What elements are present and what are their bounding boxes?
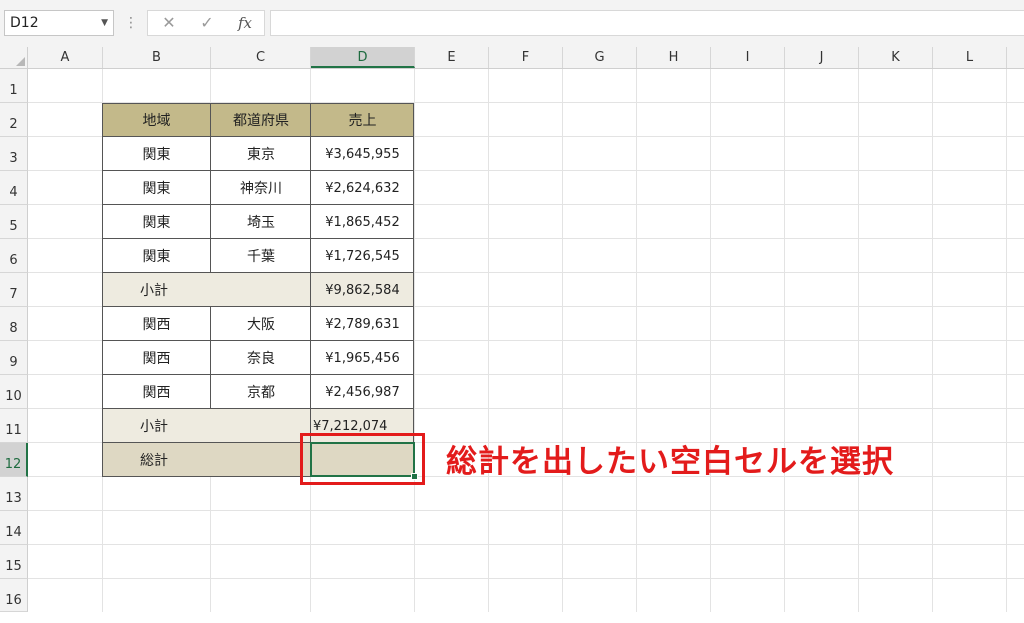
- row-header-13[interactable]: 13: [0, 477, 28, 511]
- table-divider: [102, 170, 414, 171]
- column-header-bar: A B C D E F G H I J K L: [0, 47, 1024, 69]
- column-header-g[interactable]: G: [563, 47, 637, 68]
- table-cell-region[interactable]: 関東: [102, 171, 211, 205]
- column-header-j[interactable]: J: [785, 47, 859, 68]
- gridline: [28, 544, 1024, 545]
- table-cell-prefecture[interactable]: 京都: [211, 375, 311, 409]
- formula-input[interactable]: [270, 10, 1024, 36]
- column-header-f[interactable]: F: [489, 47, 563, 68]
- row-header-8[interactable]: 8: [0, 307, 28, 341]
- name-box[interactable]: D12 ▼: [4, 10, 114, 36]
- table-cell-sales[interactable]: ¥2,789,631: [311, 307, 414, 341]
- column-header-h[interactable]: H: [637, 47, 711, 68]
- row-header-14[interactable]: 14: [0, 511, 28, 545]
- table-cell-sales[interactable]: ¥1,726,545: [311, 239, 414, 273]
- table-divider: [102, 272, 414, 273]
- total-label[interactable]: 総計: [102, 443, 311, 477]
- cancel-icon[interactable]: ✕: [154, 11, 184, 35]
- insert-function-icon[interactable]: fx: [230, 11, 260, 35]
- table-cell-prefecture[interactable]: 東京: [211, 137, 311, 171]
- subtotal-label[interactable]: 小計: [102, 273, 311, 307]
- table-divider: [102, 340, 414, 341]
- row-header-3[interactable]: 3: [0, 137, 28, 171]
- table-header-prefecture[interactable]: 都道府県: [211, 103, 311, 137]
- table-cell-region[interactable]: 関西: [102, 375, 211, 409]
- row-header-16[interactable]: 16: [0, 579, 28, 612]
- table-cell-sales[interactable]: ¥1,965,456: [311, 341, 414, 375]
- table-divider: [102, 374, 414, 375]
- row-header-11[interactable]: 11: [0, 409, 28, 443]
- column-header-d[interactable]: D: [311, 47, 415, 68]
- row-header-1[interactable]: 1: [0, 69, 28, 103]
- table-cell-prefecture[interactable]: 奈良: [211, 341, 311, 375]
- table-divider: [102, 238, 414, 239]
- table-cell-region[interactable]: 関西: [102, 307, 211, 341]
- table-divider: [210, 103, 211, 273]
- table-divider: [310, 103, 311, 477]
- more-options-icon[interactable]: ⋮: [124, 13, 138, 33]
- table-divider: [102, 306, 414, 307]
- table-divider: [102, 408, 414, 409]
- table-cell-sales[interactable]: ¥2,456,987: [311, 375, 414, 409]
- enter-icon[interactable]: ✓: [192, 11, 222, 35]
- table-divider: [210, 307, 211, 409]
- table-divider: [102, 136, 414, 137]
- column-header-k[interactable]: K: [859, 47, 933, 68]
- row-header-7[interactable]: 7: [0, 273, 28, 307]
- chevron-down-icon[interactable]: ▼: [101, 11, 108, 35]
- column-header-l[interactable]: L: [933, 47, 1007, 68]
- table-cell-region[interactable]: 関西: [102, 341, 211, 375]
- gridline: [28, 578, 1024, 579]
- row-header-2[interactable]: 2: [0, 103, 28, 137]
- table-cell-prefecture[interactable]: 千葉: [211, 239, 311, 273]
- table-cell-prefecture[interactable]: 埼玉: [211, 205, 311, 239]
- table-cell-region[interactable]: 関東: [102, 137, 211, 171]
- table-header-region[interactable]: 地域: [102, 103, 211, 137]
- subtotal-label[interactable]: 小計: [102, 409, 311, 443]
- table-cell-prefecture[interactable]: 大阪: [211, 307, 311, 341]
- table-cell-sales[interactable]: ¥1,865,452: [311, 205, 414, 239]
- row-header-5[interactable]: 5: [0, 205, 28, 239]
- column-header-b[interactable]: B: [103, 47, 211, 68]
- formula-bar: D12 ▼ ⋮ ✕ ✓ fx: [0, 0, 1024, 47]
- column-header-e[interactable]: E: [415, 47, 489, 68]
- annotation-text: 総計を出したい空白セルを選択: [446, 444, 894, 480]
- table-cell-sales[interactable]: ¥2,624,632: [311, 171, 414, 205]
- table-cell-region[interactable]: 関東: [102, 239, 211, 273]
- column-header-c[interactable]: C: [211, 47, 311, 68]
- column-header-i[interactable]: I: [711, 47, 785, 68]
- row-header-4[interactable]: 4: [0, 171, 28, 205]
- select-all-triangle-icon: [16, 57, 25, 66]
- column-header-a[interactable]: A: [28, 47, 103, 68]
- row-header-10[interactable]: 10: [0, 375, 28, 409]
- table-cell-prefecture[interactable]: 神奈川: [211, 171, 311, 205]
- gridline: [28, 510, 1024, 511]
- table-cell-sales[interactable]: ¥3,645,955: [311, 137, 414, 171]
- table-header-sales[interactable]: 売上: [311, 103, 414, 137]
- row-header-9[interactable]: 9: [0, 341, 28, 375]
- row-header-15[interactable]: 15: [0, 545, 28, 579]
- table-cell-region[interactable]: 関東: [102, 205, 211, 239]
- row-header-12[interactable]: 12: [0, 443, 28, 477]
- subtotal-value[interactable]: ¥9,862,584: [311, 273, 414, 307]
- table-divider: [102, 204, 414, 205]
- select-all-button[interactable]: [0, 47, 28, 68]
- highlight-box: [300, 433, 425, 485]
- row-header-6[interactable]: 6: [0, 239, 28, 273]
- formula-buttons: ✕ ✓ fx: [147, 10, 265, 36]
- name-box-value: D12: [10, 15, 39, 31]
